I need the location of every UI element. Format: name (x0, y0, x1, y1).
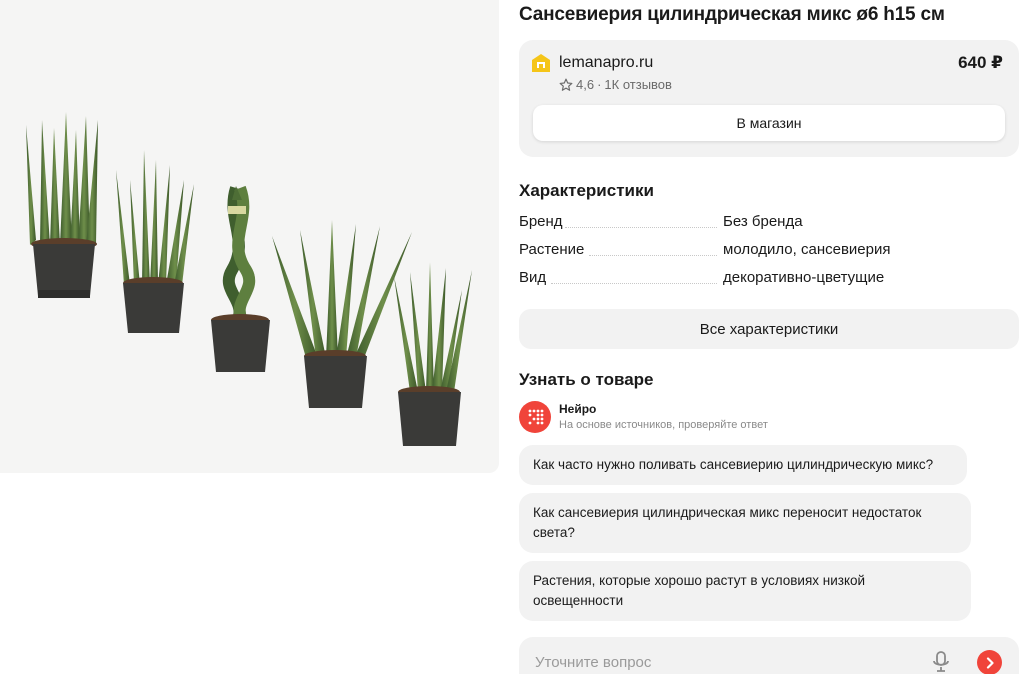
plant-3 (211, 185, 270, 372)
ask-input[interactable] (535, 651, 915, 673)
to-store-button[interactable]: В магазин (533, 105, 1005, 141)
plant-2 (116, 150, 194, 333)
assistant-name: Нейро (559, 402, 597, 416)
price: 640 ₽ (958, 53, 1003, 72)
spec-key: Вид (519, 269, 547, 286)
spec-key: Бренд (519, 213, 563, 230)
spec-leader (551, 283, 717, 284)
spec-row: Растение молодило, сансевиерия (519, 241, 1019, 261)
rating-value: 4,6 (576, 77, 595, 92)
spec-leader (565, 227, 717, 228)
offer-card: lemanapro.ru 4,6 · 1К отзывов 640 ₽ В ма… (519, 40, 1019, 157)
assistant-note: На основе источников, проверяйте ответ (559, 419, 768, 431)
ask-box (519, 637, 1019, 674)
rating-separator: · (597, 77, 602, 92)
send-button[interactable] (977, 650, 1002, 674)
shop-name-link[interactable]: lemanapro.ru (559, 54, 653, 72)
spec-leader (589, 255, 717, 256)
suggested-question-chip[interactable]: Как часто нужно поливать сансевиерию цил… (519, 445, 967, 485)
spec-key: Растение (519, 241, 585, 258)
suggested-question-chip[interactable]: Как сансевиерия цилиндрическая микс пере… (519, 493, 971, 553)
plant-5 (394, 262, 472, 446)
all-specs-button[interactable]: Все характеристики (519, 309, 1019, 349)
product-image[interactable] (0, 0, 499, 473)
page-title: Сансевиерия цилиндрическая микс ø6 h15 с… (519, 4, 945, 25)
send-arrow-icon (986, 656, 994, 669)
learn-heading: Узнать о товаре (519, 370, 654, 389)
shop-rating[interactable]: 4,6 · 1К отзывов (559, 77, 672, 92)
microphone-icon[interactable] (931, 650, 951, 674)
spec-value: декоративно-цветущие (723, 269, 885, 286)
spec-value: Без бренда (723, 213, 803, 230)
plant-1 (26, 112, 98, 298)
spec-row: Вид декоративно-цветущие (519, 269, 1019, 289)
shop-logo-icon (532, 54, 550, 72)
plants-illustration (26, 112, 472, 446)
spec-row: Бренд Без бренда (519, 213, 1019, 233)
suggested-question-chip[interactable]: Растения, которые хорошо растут в услови… (519, 561, 971, 621)
reviews-count: 1К отзывов (604, 77, 672, 92)
plant-4 (272, 220, 412, 408)
neuro-avatar-icon (519, 401, 551, 433)
spec-value: молодило, сансевиерия (723, 241, 891, 258)
star-icon (559, 78, 573, 91)
specs-heading: Характеристики (519, 181, 654, 200)
